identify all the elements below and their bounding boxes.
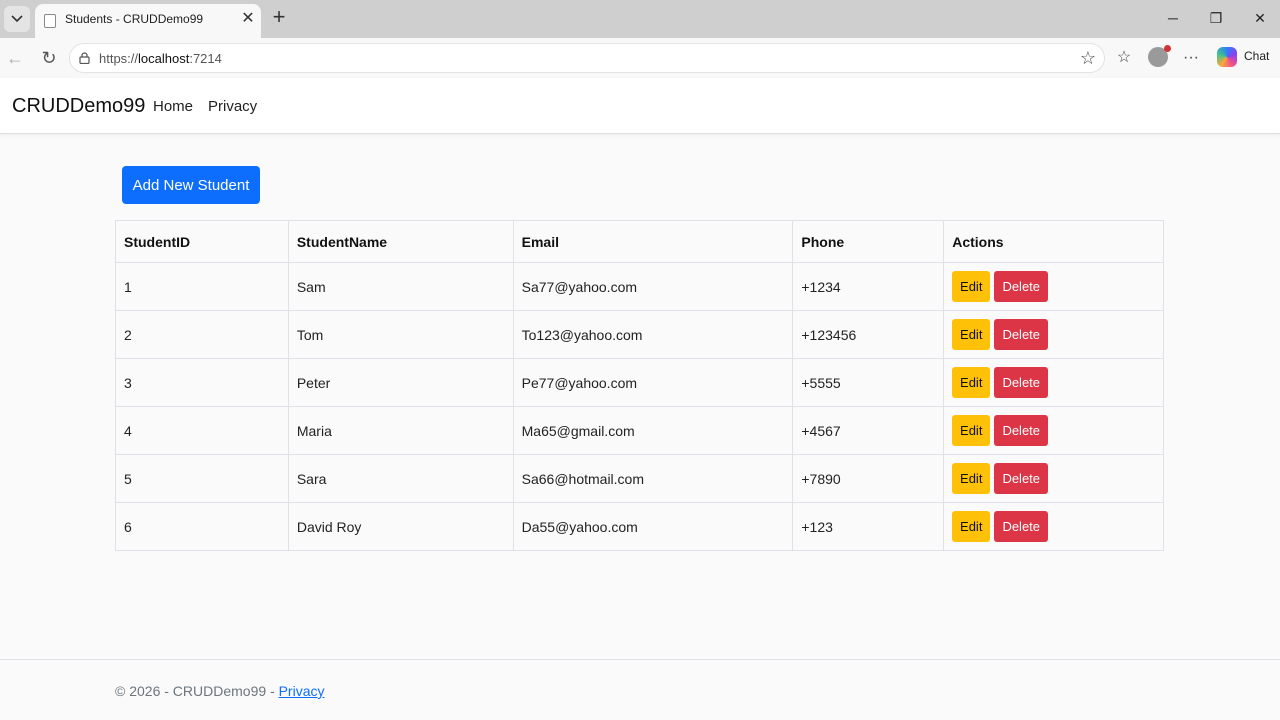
cell-phone: +123456 [792,310,945,359]
add-new-student-button[interactable]: Add New Student [122,166,260,204]
cell-phone: +1234 [792,262,945,311]
copyright-text: © 2026 - CRUDDemo99 - [115,683,279,699]
header-student-id: StudentID [115,220,289,263]
cell-actions: Edit Delete [943,310,1164,359]
header-email: Email [512,220,794,263]
cell-student-name: Sara [287,454,514,503]
chat-label[interactable]: Chat [1244,49,1269,63]
cell-actions: Edit Delete [943,262,1164,311]
cell-phone: +123 [792,502,945,551]
cell-student-name: David Roy [287,502,514,551]
delete-button[interactable]: Delete [994,271,1049,302]
header-phone: Phone [792,220,945,263]
page-content: CRUDDemo99 Home Privacy Add New Student … [0,78,1280,720]
edit-button[interactable]: Edit [952,271,991,302]
cell-student-name: Peter [287,358,514,407]
cell-email: Pe77@yahoo.com [512,358,794,407]
edit-button[interactable]: Edit [952,511,991,542]
cell-email: Sa77@yahoo.com [512,262,794,311]
cell-student-id: 4 [115,406,289,455]
cell-student-id: 1 [115,262,289,311]
cell-phone: +5555 [792,358,945,407]
cell-phone: +4567 [792,406,945,455]
restore-icon[interactable]: ❐ [1201,6,1231,30]
cell-actions: Edit Delete [943,406,1164,455]
cell-phone: +7890 [792,454,945,503]
site-footer: © 2026 - CRUDDemo99 - Privacy [0,659,1280,720]
cell-actions: Edit Delete [943,502,1164,551]
back-icon[interactable]: ← [4,47,26,69]
table-row: 2 Tom To123@yahoo.com +123456 Edit Delete [115,310,1164,359]
cell-actions: Edit Delete [943,358,1164,407]
cell-email: Da55@yahoo.com [512,502,794,551]
site-navbar: CRUDDemo99 Home Privacy [0,78,1280,134]
nav-privacy-link[interactable]: Privacy [208,98,257,115]
delete-button[interactable]: Delete [994,367,1049,398]
delete-button[interactable]: Delete [994,511,1049,542]
cell-email: To123@yahoo.com [512,310,794,359]
table-header-row: StudentID StudentName Email Phone Action… [115,220,1164,263]
header-student-name: StudentName [287,220,514,263]
address-bar[interactable]: https://localhost:7214 ☆ [69,43,1105,73]
browser-tab[interactable]: Students - CRUDDemo99 ✕ [35,4,261,38]
close-window-icon[interactable]: ✕ [1245,6,1275,30]
favorites-icon[interactable]: ☆ [1113,47,1135,69]
tab-list-button[interactable] [4,6,30,32]
header-actions: Actions [943,220,1164,263]
cell-actions: Edit Delete [943,454,1164,503]
table-row: 1 Sam Sa77@yahoo.com +1234 Edit Delete [115,262,1164,311]
students-table: StudentID StudentName Email Phone Action… [115,220,1164,551]
table-row: 5 Sara Sa66@hotmail.com +7890 Edit Delete [115,454,1164,503]
reload-icon[interactable]: ↻ [38,47,60,69]
chevron-down-icon [11,15,23,23]
delete-button[interactable]: Delete [994,319,1049,350]
delete-button[interactable]: Delete [994,463,1049,494]
browser-tab-bar: Students - CRUDDemo99 ✕ + ─ ❐ ✕ [0,0,1280,38]
table-row: 4 Maria Ma65@gmail.com +4567 Edit Delete [115,406,1164,455]
minimize-icon[interactable]: ─ [1158,6,1188,30]
site-brand[interactable]: CRUDDemo99 [12,95,145,118]
cell-email: Sa66@hotmail.com [512,454,794,503]
browser-toolbar: ← ↻ https://localhost:7214 ☆ ☆ ··· Chat [0,38,1280,78]
cell-student-name: Maria [287,406,514,455]
more-options-icon[interactable]: ··· [1180,47,1202,69]
close-tab-icon[interactable]: ✕ [239,10,257,28]
edit-button[interactable]: Edit [952,463,991,494]
new-tab-icon[interactable]: + [268,6,290,28]
nav-home-link[interactable]: Home [153,98,193,115]
cell-email: Ma65@gmail.com [512,406,794,455]
cell-student-name: Sam [287,262,514,311]
cell-student-id: 6 [115,502,289,551]
edit-button[interactable]: Edit [952,319,991,350]
lock-icon [79,52,90,64]
tab-title: Students - CRUDDemo99 [65,12,204,26]
footer-privacy-link[interactable]: Privacy [279,683,325,699]
url-text: https://localhost:7214 [99,51,222,66]
table-row: 6 David Roy Da55@yahoo.com +123 Edit Dele… [115,502,1164,551]
table-row: 3 Peter Pe77@yahoo.com +5555 Edit Delete [115,358,1164,407]
cell-student-name: Tom [287,310,514,359]
favorite-star-icon[interactable]: ☆ [1078,48,1098,68]
edit-button[interactable]: Edit [952,415,991,446]
copilot-icon[interactable] [1217,47,1237,67]
footer-text: © 2026 - CRUDDemo99 - Privacy [115,683,325,699]
delete-button[interactable]: Delete [994,415,1049,446]
profile-avatar[interactable] [1148,45,1171,67]
cell-student-id: 3 [115,358,289,407]
cell-student-id: 5 [115,454,289,503]
cell-student-id: 2 [115,310,289,359]
edit-button[interactable]: Edit [952,367,991,398]
page-icon [44,14,56,28]
